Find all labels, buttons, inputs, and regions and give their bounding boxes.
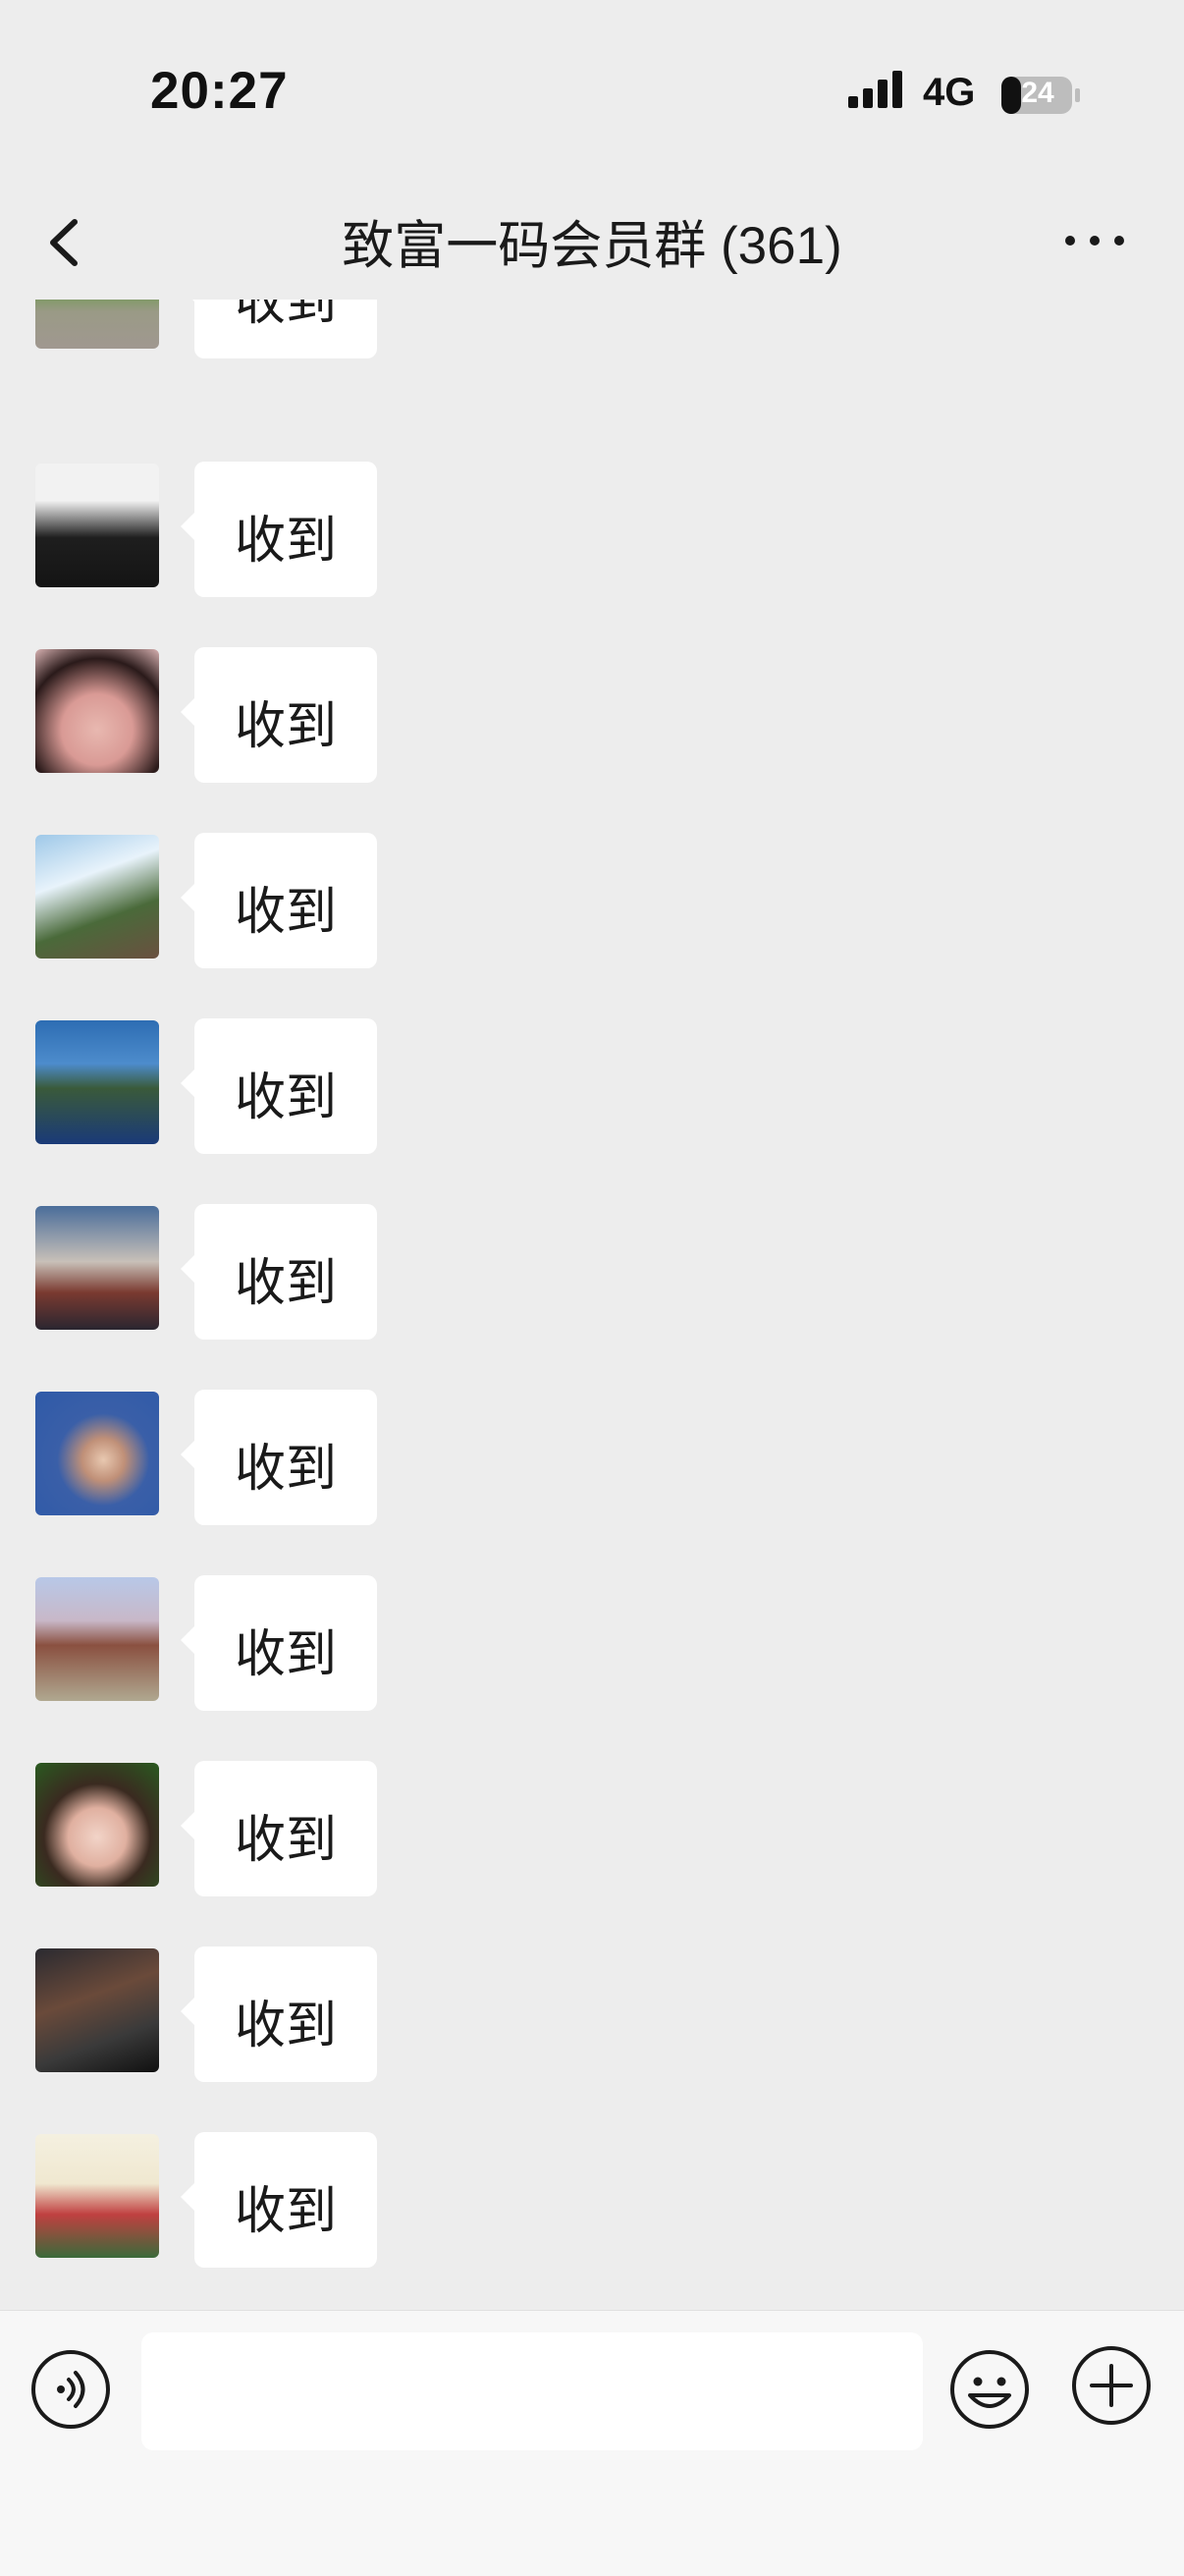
message-text: 收到 [234, 2183, 337, 2240]
message-bubble[interactable]: 收到 [181, 2132, 377, 2268]
message-bubble[interactable]: 收到 [181, 1761, 377, 1896]
chat-title: 致富一码会员群 (361) [342, 217, 842, 275]
message-row: 收到 [0, 1018, 1184, 1154]
message-text: 收到 [234, 1626, 337, 1683]
message-bubble[interactable]: 收到 [181, 1204, 377, 1340]
message-row: 收到 [0, 2132, 1184, 2268]
avatar[interactable] [35, 464, 159, 587]
message-text: 收到 [234, 698, 337, 755]
message-bubble[interactable]: 收到 [181, 1575, 377, 1711]
avatar[interactable] [35, 1206, 159, 1330]
message-input[interactable] [141, 2332, 923, 2450]
message-bubble[interactable]: 收到 [181, 833, 377, 968]
message-text: 收到 [234, 1255, 337, 1312]
message-text: 收到 [234, 1998, 337, 2055]
message-bubble[interactable]: 收到 [181, 1018, 377, 1154]
message-text: 收到 [234, 1812, 337, 1869]
avatar[interactable] [35, 2134, 159, 2258]
status-bar: 20:27 4G 24 [0, 0, 1184, 187]
status-time: 20:27 [150, 62, 289, 120]
emoji-icon[interactable] [948, 2348, 1031, 2431]
avatar[interactable] [35, 300, 159, 349]
message-bubble[interactable]: 收到 [181, 647, 377, 783]
plus-icon[interactable] [1070, 2344, 1153, 2427]
avatar[interactable] [35, 1392, 159, 1515]
nav-bar: 致富一码会员群 (361) [0, 187, 1184, 300]
avatar[interactable] [35, 1020, 159, 1144]
message-text: 收到 [234, 884, 337, 941]
message-bubble[interactable]: 收到 [181, 300, 377, 358]
message-text: 收到 [234, 513, 337, 570]
message-text: 收到 [234, 1441, 337, 1498]
message-text: 收到 [234, 300, 337, 331]
message-row: 收到 [0, 462, 1184, 597]
battery-level: 24 [1021, 77, 1054, 109]
avatar[interactable] [35, 1763, 159, 1887]
message-row: 收到 [0, 647, 1184, 783]
voice-icon[interactable] [29, 2348, 112, 2431]
message-bubble[interactable]: 收到 [181, 1946, 377, 2082]
message-row: 收到 [0, 1575, 1184, 1711]
message-bubble[interactable]: 收到 [181, 1390, 377, 1525]
message-row: 收到 [0, 1390, 1184, 1525]
chat-messages[interactable]: 收到 收到 收到 收到 收到 收到 收到 收到 收到 收到 收到 [0, 300, 1184, 2310]
message-row: 收到 [0, 300, 1184, 358]
message-bubble[interactable]: 收到 [181, 462, 377, 597]
avatar[interactable] [35, 835, 159, 959]
avatar[interactable] [35, 649, 159, 773]
avatar[interactable] [35, 1948, 159, 2072]
message-row: 收到 [0, 1946, 1184, 2082]
network-type: 4G [923, 71, 976, 114]
more-dots-icon[interactable] [1060, 216, 1129, 265]
avatar[interactable] [35, 1577, 159, 1701]
message-row: 收到 [0, 1204, 1184, 1340]
message-text: 收到 [234, 1069, 337, 1126]
signal-icon [848, 71, 902, 108]
message-row: 收到 [0, 1761, 1184, 1896]
message-row: 收到 [0, 833, 1184, 968]
input-bar [0, 2310, 1184, 2576]
